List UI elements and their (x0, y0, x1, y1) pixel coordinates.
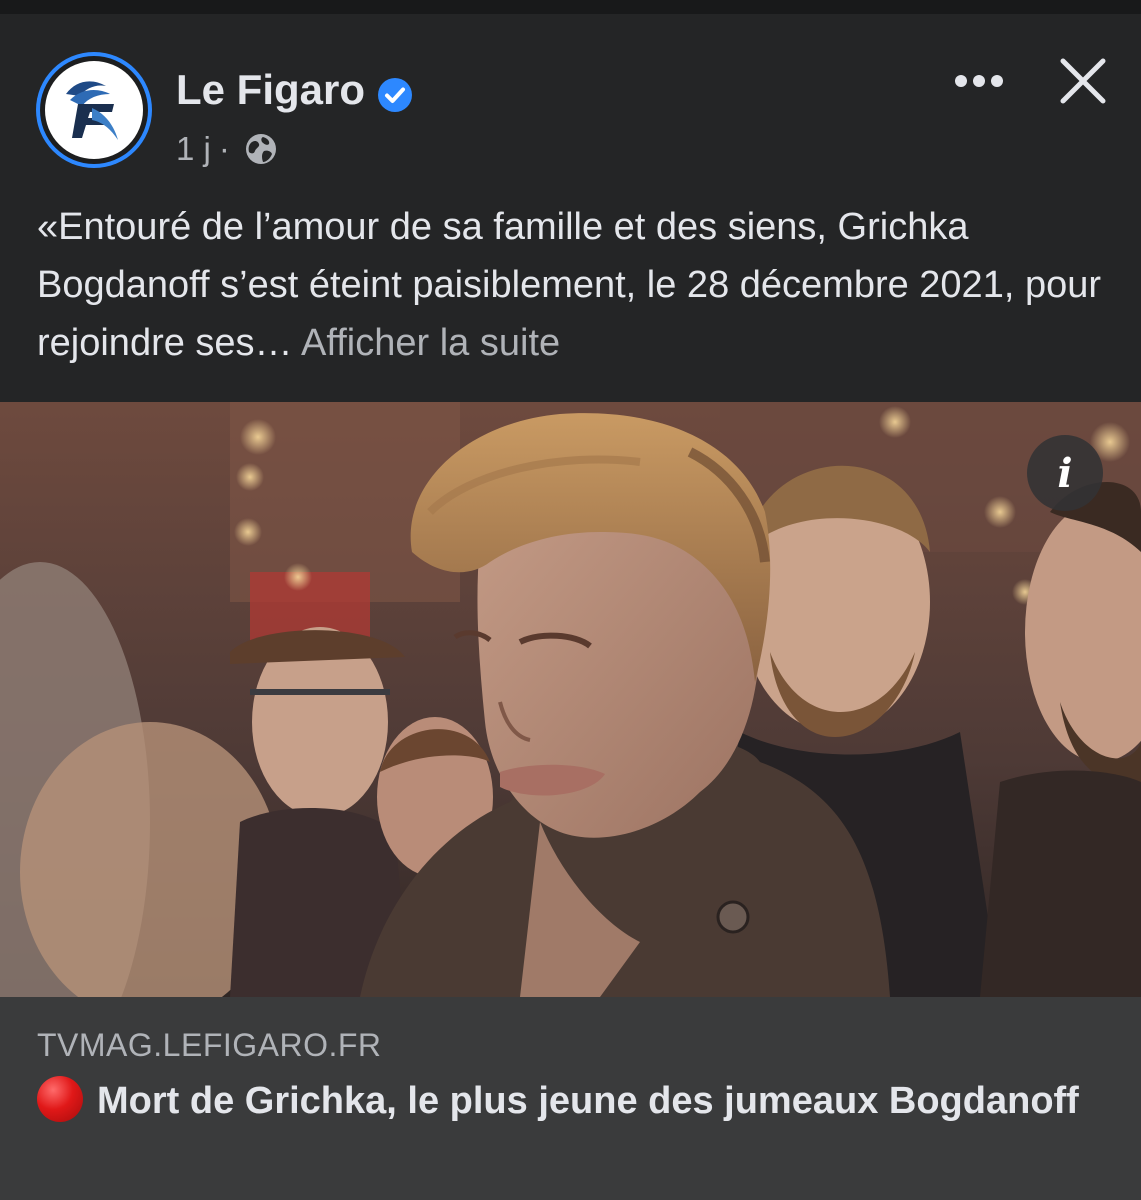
le-figaro-logo-icon (45, 61, 143, 159)
globe-icon (245, 134, 276, 164)
see-more-link[interactable]: Afficher la suite (301, 322, 560, 364)
avatar-ring (40, 56, 148, 164)
verified-badge-icon (378, 78, 412, 112)
post-timestamp[interactable]: 1 j (176, 130, 211, 168)
page-name[interactable]: Le Figaro (176, 66, 365, 114)
meta-separator: · (218, 130, 230, 167)
photo-image (0, 402, 1141, 997)
link-title-block: Mort de Grichka, le plus jeune des jumea… (37, 1075, 1097, 1127)
post-text: «Entouré de l’amour de sa famille et des… (37, 198, 1107, 372)
close-icon (1060, 58, 1106, 104)
more-options-button[interactable] (944, 56, 1014, 106)
post-body: «Entouré de l’amour de sa famille et des… (37, 206, 1101, 364)
more-options-icon (955, 75, 1003, 87)
link-title: Mort de Grichka, le plus jeune des jumea… (97, 1080, 1079, 1122)
close-button[interactable] (1048, 50, 1118, 112)
post-meta: 1 j · (176, 130, 278, 168)
info-button[interactable]: i (1027, 435, 1103, 511)
info-icon: i (1057, 449, 1073, 497)
page-avatar[interactable] (36, 52, 152, 168)
link-domain: TVMAG.LEFIGARO.FR (37, 1027, 382, 1063)
status-bar (0, 0, 1141, 14)
post-photo[interactable] (0, 402, 1141, 997)
red-circle-icon (37, 1076, 83, 1122)
link-preview[interactable]: TVMAG.LEFIGARO.FR Mort de Grichka, le pl… (0, 997, 1141, 1200)
